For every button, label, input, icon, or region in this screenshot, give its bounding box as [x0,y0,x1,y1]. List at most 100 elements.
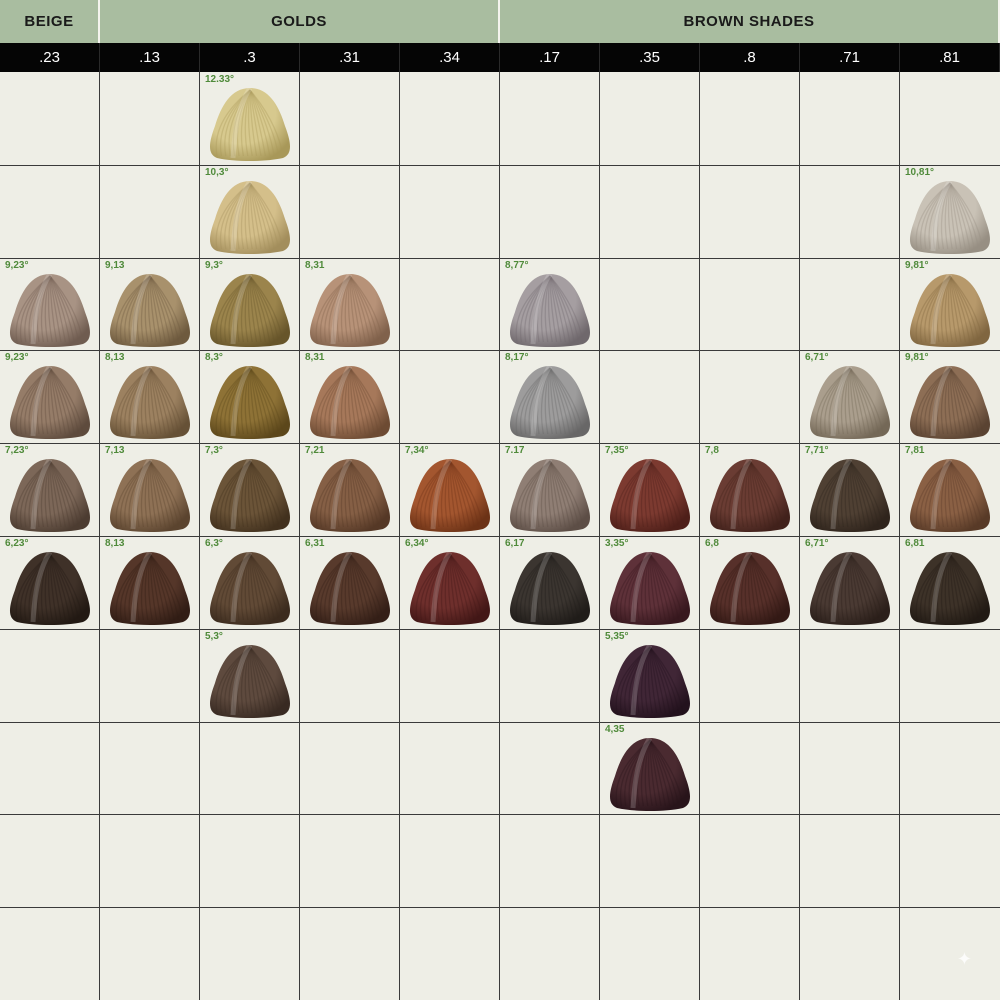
hair-swatch [305,360,395,440]
shade-swatch-cell: 9,81° [900,350,1000,443]
hair-swatch [105,268,195,348]
shade-swatch-cell: 10,3° [200,165,300,258]
shade-swatch-cell: 6,31 [300,536,400,629]
hair-swatch [405,546,495,626]
shade-number-label: 7,8 [705,445,719,456]
shade-number-label: 7,3° [205,445,223,456]
hair-swatch [505,360,595,440]
shade-swatch-cell: 7,23° [0,443,100,536]
shade-number-label: 9,23° [5,352,29,363]
hair-swatch [805,453,895,533]
column-code: .3 [200,43,300,72]
shade-number-label: 7,81 [905,445,925,456]
shade-number-label: 3,35° [605,538,629,549]
hair-swatch [205,453,295,533]
shade-number-label: 6,34° [405,538,429,549]
hair-swatch [305,546,395,626]
hair-swatch [905,360,995,440]
hair-swatch [705,546,795,626]
hair-swatch [205,360,295,440]
hair-swatch [105,360,195,440]
shade-number-label: 10,3° [205,167,229,178]
shade-swatch-cell: 9,81° [900,258,1000,351]
shade-number-label: 9,81° [905,352,929,363]
shade-swatch-cell: 9,23° [0,350,100,443]
hair-swatch [805,360,895,440]
shade-number-label: 6,17 [505,538,525,549]
column-code: .35 [600,43,700,72]
shade-swatch-cell: 7,3° [200,443,300,536]
hair-swatch [505,453,595,533]
hair-swatch [905,268,995,348]
shade-swatch-cell: 8,13 [100,536,200,629]
hair-swatch [905,546,995,626]
shade-swatch-cell: 7,71° [800,443,900,536]
shade-number-label: 8,31 [305,352,325,363]
grid-row-line [0,629,1000,630]
shade-number-label: 5,3° [205,631,223,642]
shade-number-label: 8,17° [505,352,529,363]
shade-number-label: 4,35 [605,724,625,735]
group-header-brown-shades: BROWN SHADES [500,0,1000,43]
shade-number-label: 9,3° [205,260,223,271]
group-header-golds: GOLDS [100,0,500,43]
shade-swatch-cell: 7.17 [500,443,600,536]
hair-swatch [905,175,995,255]
shade-swatch-cell: 8,13 [100,350,200,443]
shade-number-label: 6,81 [905,538,925,549]
column-code: .71 [800,43,900,72]
shade-swatch-cell: 6,3° [200,536,300,629]
shade-swatch-cell: 7,81 [900,443,1000,536]
shade-swatch-cell: 8,31 [300,258,400,351]
shade-swatch-cell: 9,3° [200,258,300,351]
shade-number-label: 6,3° [205,538,223,549]
hair-swatch [305,268,395,348]
shade-number-label: 6,8 [705,538,719,549]
shade-swatch-cell: 6,71° [800,350,900,443]
shade-swatch-cell: 3,35° [600,536,700,629]
hair-swatch [205,175,295,255]
hair-swatch [105,546,195,626]
shade-number-label: 8,31 [305,260,325,271]
shade-swatch-cell: 9,13 [100,258,200,351]
swatch-grid: 12.33° 10,3° 10,81° 9,23° 9,13 9,3° 8,31… [0,72,1000,1000]
shade-number-label: 6,71° [805,352,829,363]
shade-code-row: .23.13.3.31.34.17.35.8.71.81 [0,43,1000,72]
shade-swatch-cell: 8,17° [500,350,600,443]
shade-swatch-cell: 4,35 [600,722,700,815]
grid-row-line [0,814,1000,815]
shade-swatch-cell: 12.33° [200,72,300,165]
shade-swatch-cell: 5,35° [600,629,700,722]
shade-number-label: 7,21 [305,445,325,456]
shade-swatch-cell: 6,34° [400,536,500,629]
hair-swatch [605,639,695,719]
shade-swatch-cell: 8,31 [300,350,400,443]
shade-number-label: 7,71° [805,445,829,456]
hair-swatch [505,268,595,348]
shade-number-label: 6,23° [5,538,29,549]
hair-swatch [605,546,695,626]
hair-swatch [5,268,95,348]
shade-swatch-cell: 6,71° [800,536,900,629]
hair-swatch [705,453,795,533]
hair-swatch [605,453,695,533]
hair-swatch [405,453,495,533]
shade-swatch-cell: 7,21 [300,443,400,536]
grid-row-line [0,722,1000,723]
column-code: .13 [100,43,200,72]
shade-number-label: 8,13 [105,538,125,549]
shade-swatch-cell: 10,81° [900,165,1000,258]
column-code: .17 [500,43,600,72]
hair-swatch [905,453,995,533]
hair-swatch [5,453,95,533]
group-header-beige: BEIGE [0,0,100,43]
shade-swatch-cell: 7,8 [700,443,800,536]
hair-swatch [205,82,295,162]
shade-number-label: 6,31 [305,538,325,549]
shade-number-label: 10,81° [905,167,935,178]
shade-number-label: 9,13 [105,260,125,271]
shade-swatch-cell: 6,8 [700,536,800,629]
group-header-row: BEIGE GOLDS BROWN SHADES [0,0,1000,43]
shade-number-label: 7.17 [505,445,525,456]
shade-swatch-cell: 7,34° [400,443,500,536]
